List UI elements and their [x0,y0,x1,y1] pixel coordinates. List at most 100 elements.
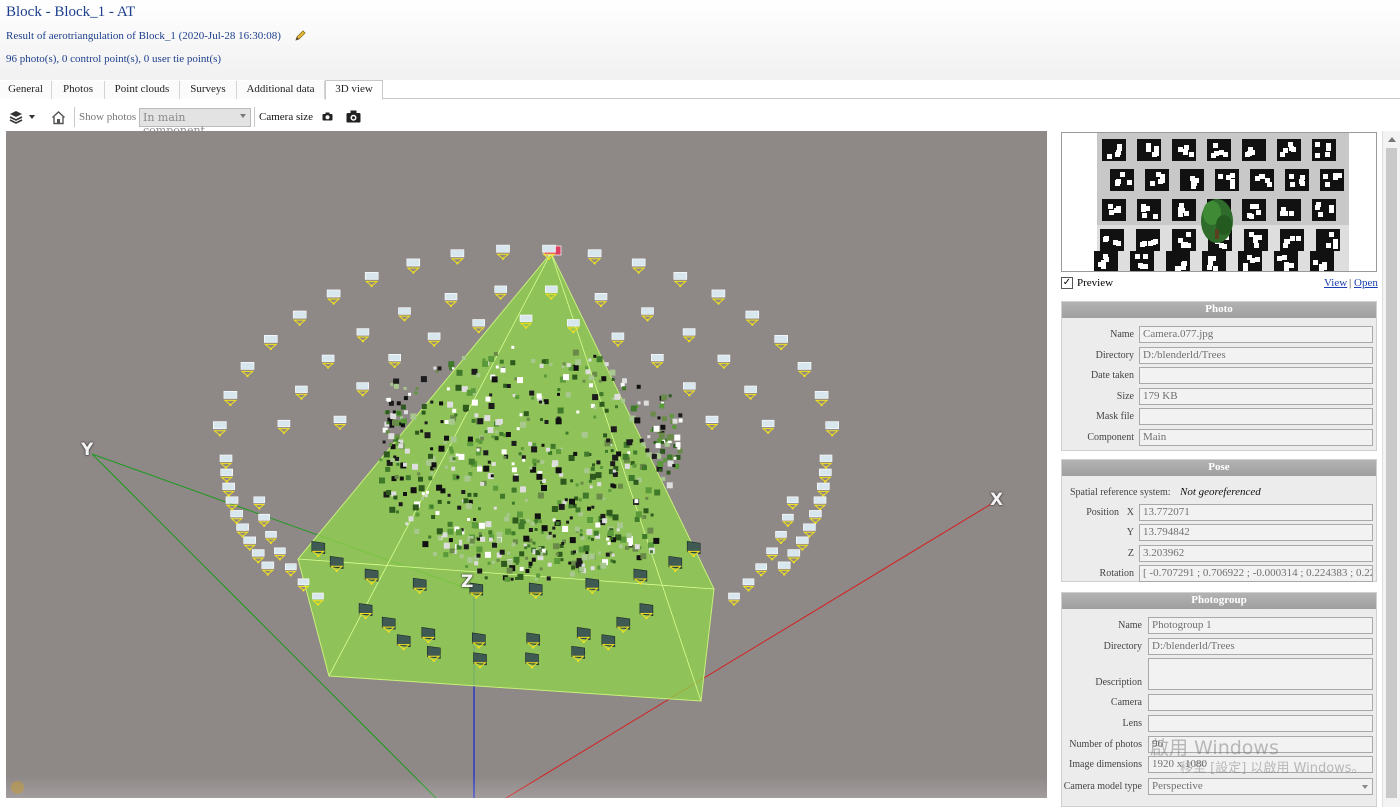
description-field[interactable] [1148,658,1373,690]
tab-general[interactable]: General [0,81,52,99]
tie-point [541,525,548,532]
tab-point-clouds[interactable]: Point clouds [105,81,180,99]
tie-point [621,398,626,403]
aruco-marker-cell [1222,244,1227,249]
camera-model-type-select[interactable]: Perspective [1148,778,1373,795]
photo-directory-field[interactable]: D:/blenderld/Trees [1139,347,1373,364]
tie-point [494,436,499,441]
photogroup-name-field[interactable]: Photogroup 1 [1148,617,1373,634]
tab-photos[interactable]: Photos [52,81,105,99]
photogroup-directory-field[interactable]: D:/blenderld/Trees [1148,638,1373,655]
tie-point [634,499,639,504]
open-link[interactable]: Open [1354,277,1378,289]
camera-marker [819,454,833,469]
camera-large-icon[interactable] [346,110,361,123]
tie-point [561,542,565,545]
number-of-photos-field[interactable]: 96 [1148,736,1373,753]
lens-field[interactable] [1148,715,1373,732]
navigation-status-icon[interactable] [11,781,24,794]
description-label: Description [1095,677,1142,688]
tie-point [430,400,434,404]
tie-point [435,511,440,515]
rotation-field[interactable]: [ -0.707291 ; 0.706922 ; -0.000314 ; 0.2… [1139,565,1373,582]
aruco-marker-cell [1284,262,1289,267]
scroll-up-arrow-icon[interactable] [1388,137,1396,142]
tie-point [521,455,526,460]
tie-point [418,485,425,492]
position-y-field[interactable]: 13.794842 [1139,524,1373,541]
tie-point [493,506,497,510]
view-link[interactable]: View [1324,277,1347,289]
camera-center [501,257,505,260]
tie-point [575,507,581,513]
camera-center [582,640,585,644]
photogroup-section: Photogroup Name Photogroup 1 Directory D… [1061,592,1377,807]
tie-point [465,503,472,510]
tie-point [633,479,639,485]
photo-name-field[interactable]: Camera.077.jpg [1139,326,1373,343]
panel-scrollbar[interactable] [1382,131,1400,807]
camera-marker [273,547,286,561]
tie-point [468,472,473,476]
camera-marker [295,385,308,400]
camera-marker [213,421,227,437]
camera-small-icon[interactable] [322,112,333,121]
tie-point [428,476,433,481]
aruco-marker-cell [1230,173,1235,178]
camera-center [577,659,580,662]
camera-frame [265,530,277,538]
tab-3d-view[interactable]: 3D view [325,80,383,100]
tie-point [512,475,519,482]
tab-surveys[interactable]: Surveys [180,81,237,99]
tie-point [421,497,424,500]
camera-marker [797,362,812,378]
camera-frame [519,314,533,322]
tie-point [495,365,499,369]
lens-label: Lens [1122,718,1142,729]
preview-checkbox[interactable]: ✓ [1061,277,1073,289]
camera-center [622,630,625,633]
tie-point [518,452,522,456]
camera-marker [813,496,827,511]
3d-viewport[interactable]: Y X Z [6,131,1047,798]
tie-point [393,495,398,500]
edit-pencil-icon[interactable] [294,30,306,42]
scroll-thumb[interactable] [1386,148,1397,798]
mask-file-field[interactable] [1139,408,1373,425]
camera-frame [825,421,840,430]
scene-canvas[interactable] [6,131,1047,798]
tie-point [655,443,661,449]
tie-point [396,510,399,514]
layers-dropdown-icon[interactable] [9,110,37,124]
component-field[interactable]: Main [1139,429,1373,446]
tie-point [456,369,463,376]
camera-frame [225,496,239,504]
camera-marker [388,354,402,369]
camera-center [780,347,783,351]
position-x-field[interactable]: 13.772071 [1139,504,1373,521]
tie-point [605,552,610,557]
tie-point [590,466,595,471]
home-icon[interactable] [51,110,66,125]
show-photos-select[interactable]: In main component [139,108,251,137]
camera-frame [650,354,664,362]
image-dimensions-field[interactable]: 1920 x 1080 [1148,756,1373,773]
camera-center [257,561,260,564]
tie-point [424,494,428,498]
date-taken-field[interactable] [1139,367,1373,384]
size-field[interactable]: 179 KB [1139,388,1373,405]
tie-point [504,576,510,582]
camera-marker [230,510,243,525]
camera-frame [631,258,646,267]
camera-frame [774,335,789,343]
camera-field[interactable] [1148,694,1373,711]
camera-center [791,507,794,510]
camera-center [456,262,459,265]
position-z-field[interactable]: 3.203962 [1139,545,1373,562]
tie-point [467,436,473,442]
tie-point [442,532,448,538]
tie-point [484,415,491,422]
tab-additional-data[interactable]: Additional data [237,81,325,99]
tie-point [485,396,491,402]
camera-marker [321,354,335,369]
